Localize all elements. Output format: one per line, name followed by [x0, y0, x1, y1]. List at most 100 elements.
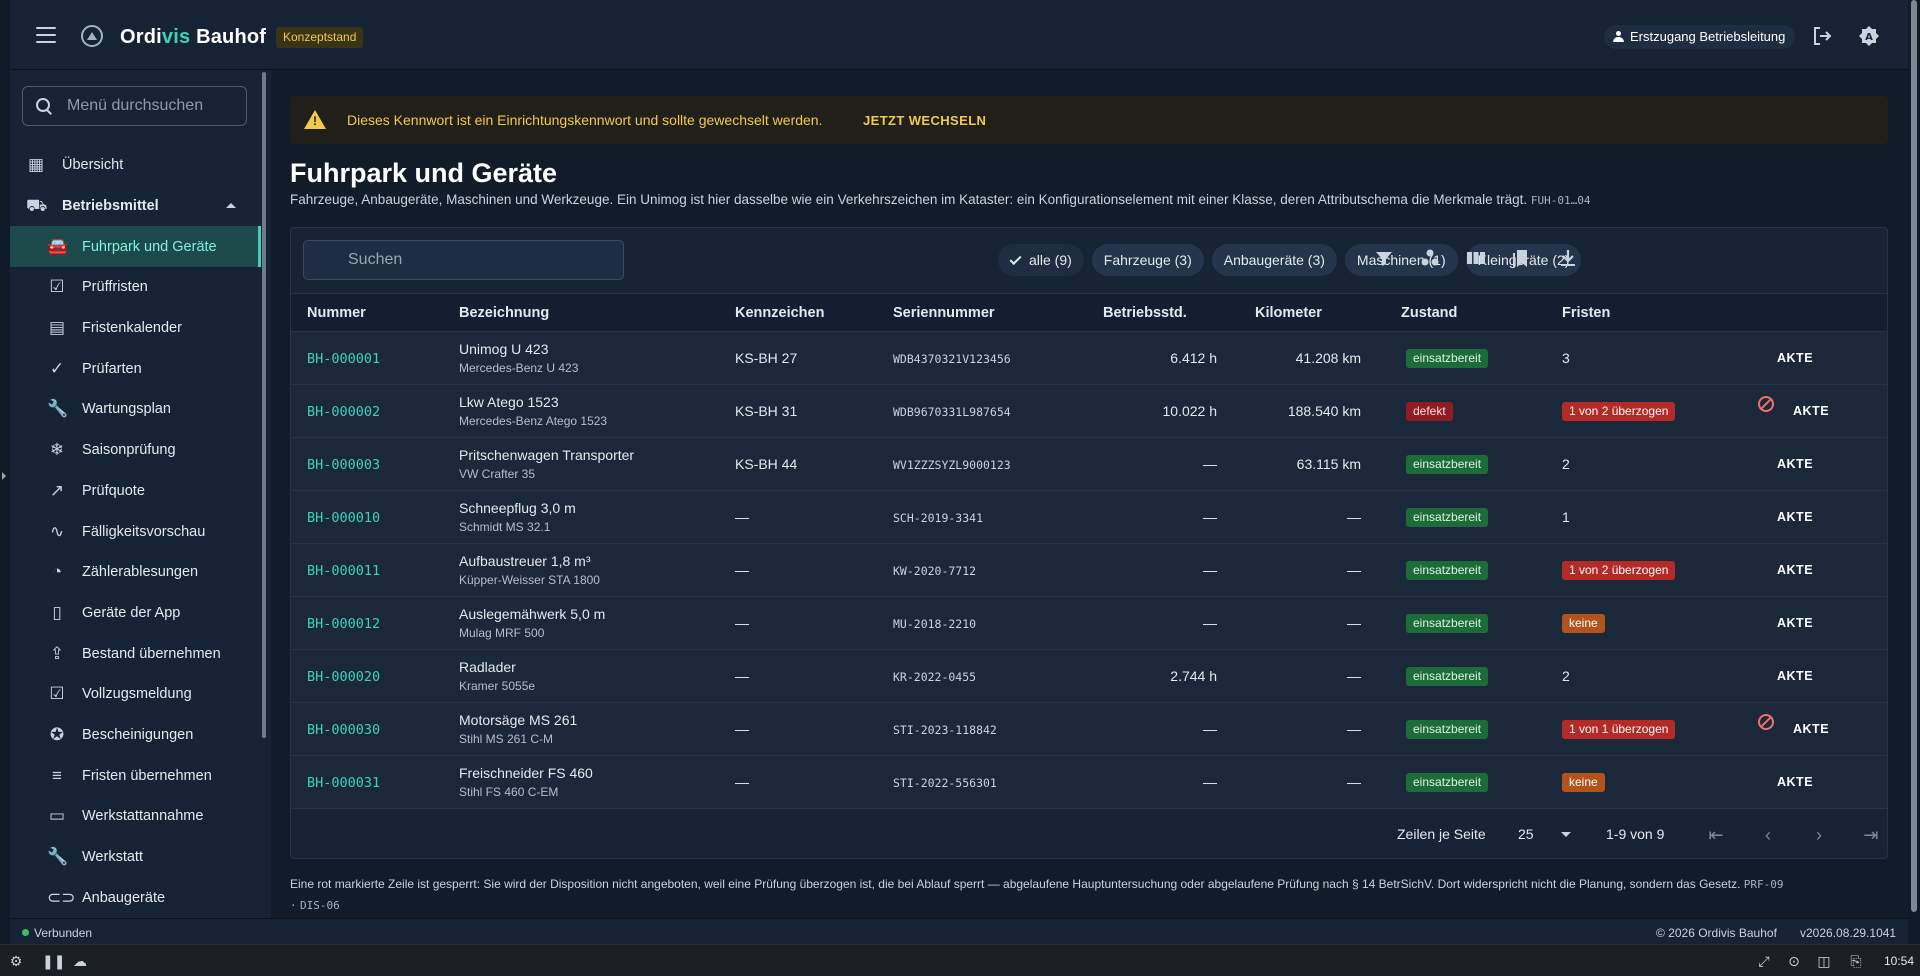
- settings-gear-icon[interactable]: ⚙: [8, 953, 24, 969]
- password-warning-banner: Dieses Kennwort ist ein Einrichtungskenn…: [290, 96, 1888, 144]
- column-header-bezeichnung[interactable]: Bezeichnung: [459, 305, 549, 321]
- sidebar-scrollbar[interactable]: [262, 72, 266, 738]
- sidebar-item-übersicht[interactable]: ▦ Übersicht: [10, 145, 261, 186]
- sidebar-item-geräte-der-app[interactable]: ▯ Geräte der App: [10, 593, 261, 634]
- column-header-nummer[interactable]: Nummer: [307, 305, 366, 321]
- next-page-icon[interactable]: ›: [1808, 824, 1830, 846]
- table-row[interactable]: BH-000031 Freischneider FS 460 Stihl FS 46…: [291, 756, 1887, 809]
- table-row[interactable]: BH-000030 Motorsäge MS 261 Stihl MS 261 C-…: [291, 703, 1887, 756]
- asset-number-link[interactable]: BH-000010: [307, 510, 380, 526]
- kilometers: —: [1347, 509, 1361, 525]
- chevron-down-icon[interactable]: [1561, 832, 1571, 837]
- sidebar-item-bescheinigungen[interactable]: ✪ Bescheinigungen: [10, 715, 261, 756]
- sidebar-item-prüfarten[interactable]: ✓ Prüfarten: [10, 348, 261, 389]
- sidebar-item-label: Fristen übernehmen: [82, 767, 212, 784]
- table-row[interactable]: BH-000012 Auslegemähwerk 5,0 m Mulag MRF 5…: [291, 597, 1887, 650]
- deadline-badge: 1 von 2 überzogen: [1562, 561, 1676, 580]
- sidebar-item-prüffristen[interactable]: ☑ Prüffristen: [10, 267, 261, 308]
- open-record-button[interactable]: AKTE: [1777, 563, 1813, 577]
- first-page-icon[interactable]: ⇤: [1705, 824, 1727, 846]
- pause-icon[interactable]: ❚❚: [42, 953, 65, 969]
- column-header-zustand[interactable]: Zustand: [1401, 305, 1457, 321]
- page-scrollbar[interactable]: [1911, 0, 1917, 912]
- status-badge: einsatzbereit: [1406, 720, 1489, 739]
- asset-number-link[interactable]: BH-000031: [307, 775, 380, 791]
- sidebar-item-bestand-übernehmen[interactable]: ⇪ Bestand übernehmen: [10, 633, 261, 674]
- group-icon[interactable]: [1418, 246, 1442, 270]
- edge-expand-icon[interactable]: [2, 472, 6, 480]
- sidebar-item-werkstatt[interactable]: 🔧 Werkstatt: [10, 837, 261, 878]
- open-record-button[interactable]: AKTE: [1777, 775, 1813, 789]
- sidebar-item-anbaugeräte[interactable]: ⊂⊃ Anbaugeräte: [10, 877, 261, 918]
- table-search-input[interactable]: [303, 240, 624, 280]
- asset-number-link[interactable]: BH-000030: [307, 722, 380, 738]
- sidebar-item-wartungsplan[interactable]: 🔧 Wartungsplan: [10, 389, 261, 430]
- sidebar-item-fristen-übernehmen[interactable]: ≡ Fristen übernehmen: [10, 755, 261, 796]
- sidebar-item-fristenkalender[interactable]: ▤ Fristenkalender: [10, 308, 261, 349]
- cloud-icon[interactable]: ☁: [72, 953, 88, 969]
- column-header-kilometer[interactable]: Kilometer: [1255, 305, 1322, 321]
- prev-page-icon[interactable]: ‹: [1757, 824, 1779, 846]
- open-record-button[interactable]: AKTE: [1777, 616, 1813, 630]
- kilometers: —: [1347, 668, 1361, 684]
- table-row[interactable]: BH-000020 Radlader Kramer 5055e — KR-2022-04…: [291, 650, 1887, 703]
- column-header-betriebsstd[interactable]: Betriebsstd.: [1103, 305, 1187, 321]
- menu-search-input[interactable]: [22, 86, 247, 126]
- columns-icon[interactable]: [1464, 246, 1488, 270]
- deadline-badge: 1 von 2 überzogen: [1562, 402, 1676, 421]
- last-page-icon[interactable]: ⇥: [1860, 824, 1882, 846]
- asset-number-link[interactable]: BH-000011: [307, 563, 380, 579]
- filter-chip[interactable]: Anbaugeräte (3): [1211, 244, 1337, 276]
- upload-file-icon: ⇪: [49, 643, 65, 663]
- filter-icon[interactable]: [1372, 246, 1396, 270]
- rows-per-page-select[interactable]: 25: [1518, 826, 1534, 842]
- change-password-button[interactable]: JETZT WECHSELN: [863, 113, 986, 128]
- warning-text: Dieses Kennwort ist ein Einrichtungskenn…: [347, 112, 823, 128]
- sidebar-item-prüfquote[interactable]: ↗ Prüfquote: [10, 471, 261, 512]
- sidebar-item-fälligkeitsvorschau[interactable]: ∿ Fälligkeitsvorschau: [10, 511, 261, 552]
- open-record-button[interactable]: AKTE: [1793, 722, 1829, 736]
- resize-icon[interactable]: ⤢: [1756, 953, 1772, 969]
- asset-number-link[interactable]: BH-000001: [307, 351, 380, 367]
- download-icon[interactable]: [1556, 246, 1580, 270]
- sidebar-item-fuhrpark-und-geräte[interactable]: 🚘 Fuhrpark und Geräte: [10, 226, 261, 268]
- filter-chip[interactable]: Fahrzeuge (3): [1091, 244, 1204, 276]
- sidebar-item-zählerablesungen[interactable]: ◔ Zählerablesungen: [10, 552, 261, 593]
- trend-icon: ↗: [49, 480, 65, 500]
- column-header-seriennummer[interactable]: Seriennummer: [893, 305, 995, 321]
- asset-number-link[interactable]: BH-000020: [307, 669, 380, 685]
- sidebar-item-saisonprüfung[interactable]: ❄ Saisonprüfung: [10, 430, 261, 471]
- clipboard-icon[interactable]: ⎘: [1848, 953, 1864, 969]
- sidebar-item-werkstattannahme[interactable]: ▭ Werkstattannahme: [10, 796, 261, 837]
- deadline-badge: 1 von 1 überzogen: [1562, 720, 1676, 739]
- chevron-up-icon[interactable]: [226, 202, 236, 208]
- clipboard-check-icon: ☑: [49, 684, 65, 704]
- logout-icon[interactable]: [1811, 25, 1833, 47]
- table-row[interactable]: BH-000002 Lkw Atego 1523 Mercedes-Benz Ate…: [291, 385, 1887, 438]
- license-plate: —: [735, 615, 749, 631]
- bookmark-icon[interactable]: [1510, 246, 1534, 270]
- menu-icon[interactable]: [36, 27, 56, 43]
- column-header-fristen[interactable]: Fristen: [1562, 305, 1610, 321]
- table-row[interactable]: BH-000011 Aufbaustreuer 1,8 m³ Küpper-Weis…: [291, 544, 1887, 597]
- open-record-button[interactable]: AKTE: [1777, 351, 1813, 365]
- open-record-button[interactable]: AKTE: [1777, 510, 1813, 524]
- asset-number-link[interactable]: BH-000002: [307, 404, 380, 420]
- table-row[interactable]: BH-000003 Pritschenwagen Transporter VW Cr…: [291, 438, 1887, 491]
- asset-number-link[interactable]: BH-000012: [307, 616, 380, 632]
- asset-number-link[interactable]: BH-000003: [307, 457, 380, 473]
- open-record-button[interactable]: AKTE: [1777, 457, 1813, 471]
- open-record-button[interactable]: AKTE: [1777, 669, 1813, 683]
- theme-icon[interactable]: A: [1858, 25, 1880, 47]
- column-header-kennzeichen[interactable]: Kennzeichen: [735, 305, 824, 321]
- table-row[interactable]: BH-000010 Schneepflug 3,0 m Schmidt MS 32.…: [291, 491, 1887, 544]
- screenshot-icon[interactable]: ⊙: [1786, 953, 1802, 969]
- filter-chip[interactable]: alle (9): [998, 244, 1084, 276]
- sidebar-item-vollzugsmeldung[interactable]: ☑ Vollzugsmeldung: [10, 674, 261, 715]
- table-row[interactable]: BH-000001 Unimog U 423 Mercedes-Benz U 423…: [291, 332, 1887, 385]
- sidebar-item-betriebsmittel[interactable]: ⛟ Betriebsmittel: [10, 186, 261, 227]
- open-record-button[interactable]: AKTE: [1793, 404, 1829, 418]
- status-badge: einsatzbereit: [1406, 667, 1489, 686]
- user-chip[interactable]: Erstzugang Betriebsleitung: [1604, 25, 1796, 49]
- split-screen-icon[interactable]: ◫: [1816, 953, 1832, 969]
